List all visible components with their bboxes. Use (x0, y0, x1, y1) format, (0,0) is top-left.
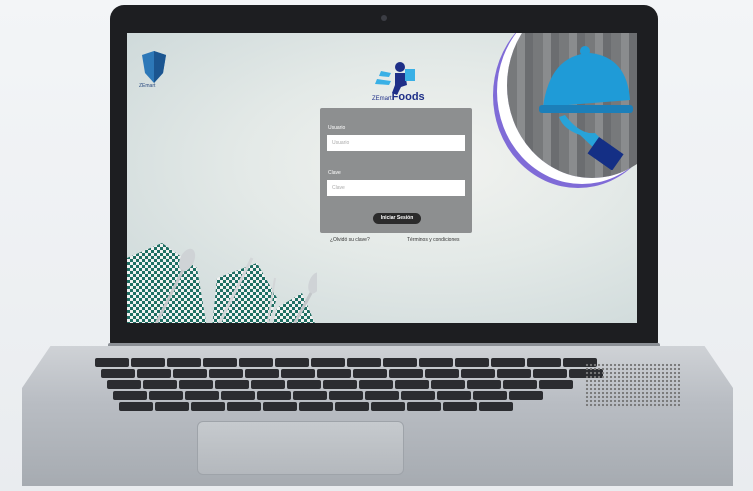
keyboard-key[interactable] (389, 369, 423, 378)
keyboard-key[interactable] (539, 380, 573, 389)
keyboard-key[interactable] (113, 391, 147, 400)
keyboard-key[interactable] (509, 391, 543, 400)
keyboard-key[interactable] (143, 380, 177, 389)
brand-prefix: ZEmart (372, 96, 392, 102)
keyboard-key[interactable] (359, 380, 393, 389)
keyboard-key[interactable] (419, 358, 453, 367)
keyboard-key[interactable] (149, 391, 183, 400)
brand-name: Foods (391, 91, 425, 103)
keyboard-key[interactable] (227, 402, 261, 411)
keyboard-key[interactable] (299, 402, 333, 411)
keyboard-key[interactable] (221, 391, 255, 400)
keyboard-key[interactable] (209, 369, 243, 378)
keyboard-key[interactable] (119, 402, 153, 411)
keyboard-key[interactable] (287, 380, 321, 389)
touchpad (197, 421, 404, 475)
keyboard-key[interactable] (311, 358, 345, 367)
keyboard-key[interactable] (353, 369, 387, 378)
keyboard-key[interactable] (245, 369, 279, 378)
screen: ZEmart ZEmartFoods Usuario Usuario Clave… (127, 33, 637, 323)
webcam-icon (381, 15, 387, 21)
keyboard-key[interactable] (431, 380, 465, 389)
forgot-password-link[interactable]: ¿Olvidó su clave? (330, 237, 370, 243)
keyboard-key[interactable] (401, 391, 435, 400)
keyboard-key[interactable] (371, 402, 405, 411)
keyboard-key[interactable] (155, 402, 189, 411)
brand-wordmark: ZEmartFoods (372, 91, 425, 103)
keyboard-key[interactable] (425, 369, 459, 378)
keyboard-key[interactable] (491, 358, 525, 367)
username-label: Usuario (328, 125, 346, 131)
top-left-logo-text: ZEmart (139, 83, 156, 89)
keyboard-key[interactable] (281, 369, 315, 378)
keyboard-key[interactable] (137, 369, 171, 378)
password-label: Clave (328, 170, 341, 176)
napkin-cutlery-decoration (127, 243, 317, 323)
keyboard-key[interactable] (503, 380, 537, 389)
keyboard-key[interactable] (335, 402, 369, 411)
keyboard-key[interactable] (215, 380, 249, 389)
login-panel: Usuario Usuario Clave Clave Iniciar Sesi… (320, 108, 472, 233)
keyboard-key[interactable] (443, 402, 477, 411)
keyboard-key[interactable] (329, 391, 363, 400)
login-button[interactable]: Iniciar Sesión (373, 213, 421, 224)
keyboard-key[interactable] (95, 358, 129, 367)
keyboard-key[interactable] (257, 391, 291, 400)
keyboard-key[interactable] (173, 369, 207, 378)
keyboard-key[interactable] (383, 358, 417, 367)
keyboard-key[interactable] (275, 358, 309, 367)
keyboard-key[interactable] (131, 358, 165, 367)
keyboard-key[interactable] (239, 358, 273, 367)
keyboard-key[interactable] (203, 358, 237, 367)
keyboard-key[interactable] (317, 369, 351, 378)
speaker-grille (585, 363, 680, 408)
keyboard-key[interactable] (191, 402, 225, 411)
password-input[interactable]: Clave (327, 180, 465, 196)
keyboard-key[interactable] (437, 391, 471, 400)
terms-link[interactable]: Términos y condiciones (407, 237, 460, 243)
keyboard-key[interactable] (167, 358, 201, 367)
username-input[interactable]: Usuario (327, 135, 465, 151)
keyboard-key[interactable] (101, 369, 135, 378)
keyboard-key[interactable] (467, 380, 501, 389)
keyboard-key[interactable] (473, 391, 507, 400)
keyboard-key[interactable] (479, 402, 513, 411)
keyboard-key[interactable] (347, 358, 381, 367)
keyboard-key[interactable] (395, 380, 429, 389)
keyboard-key[interactable] (461, 369, 495, 378)
keyboard-key[interactable] (185, 391, 219, 400)
keyboard-key[interactable] (407, 402, 441, 411)
keyboard-key[interactable] (251, 380, 285, 389)
keyboard-key[interactable] (497, 369, 531, 378)
brand-shield-icon (142, 51, 166, 83)
keyboard-key[interactable] (293, 391, 327, 400)
keyboard-key[interactable] (365, 391, 399, 400)
food-dome-icon (539, 46, 633, 170)
keyboard-key[interactable] (263, 402, 297, 411)
keyboard-key[interactable] (323, 380, 357, 389)
keyboard-key[interactable] (533, 369, 567, 378)
keyboard-key[interactable] (179, 380, 213, 389)
keyboard-key[interactable] (527, 358, 561, 367)
keyboard-key[interactable] (107, 380, 141, 389)
laptop-lid: ZEmart ZEmartFoods Usuario Usuario Clave… (110, 5, 658, 346)
keyboard-key[interactable] (455, 358, 489, 367)
